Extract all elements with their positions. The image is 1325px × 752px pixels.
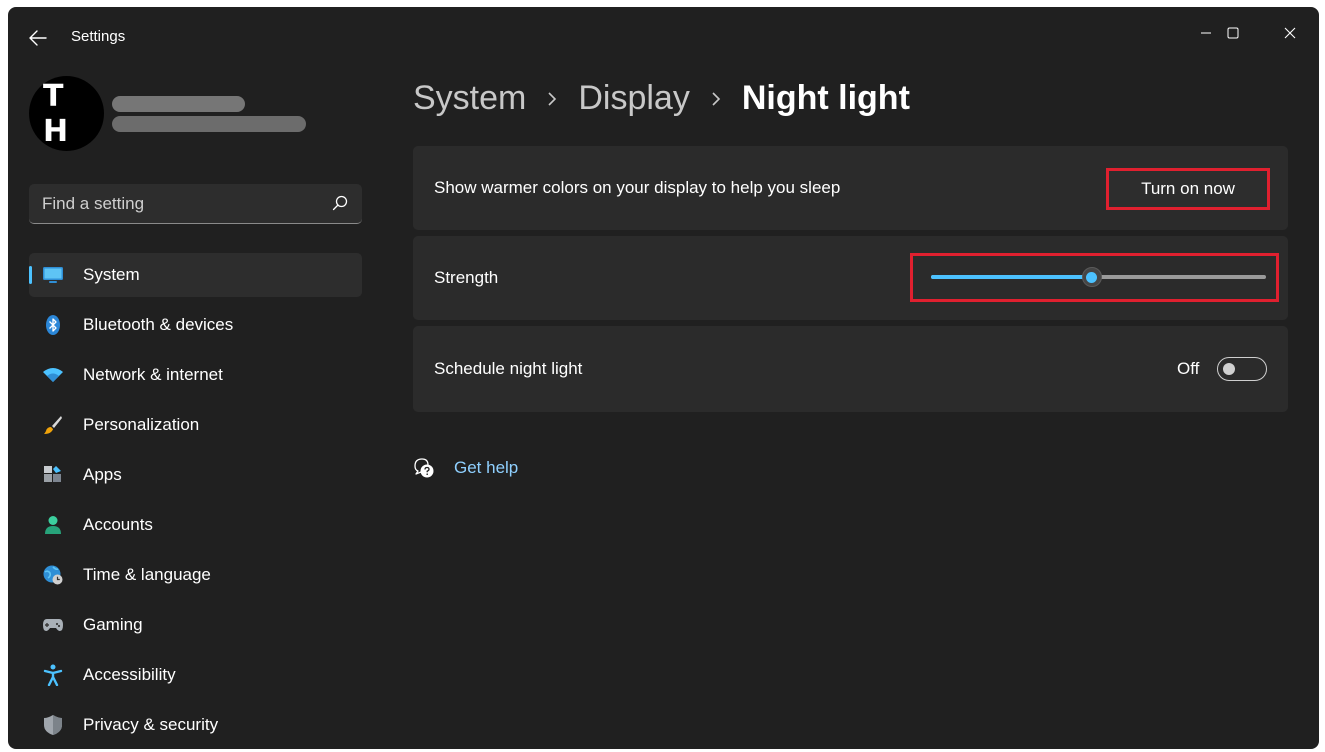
- strength-slider-thumb[interactable]: [1081, 267, 1102, 287]
- sidebar-item-personalization[interactable]: Personalization: [29, 403, 362, 447]
- brush-icon: [42, 414, 64, 436]
- sidebar-item-label: Personalization: [83, 415, 200, 434]
- sidebar-item-label: Accessibility: [83, 665, 176, 684]
- warmer-colors-label: Show warmer colors on your display to he…: [434, 178, 841, 197]
- schedule-card: Schedule night light Off: [413, 326, 1288, 412]
- sidebar-item-label: Accounts: [83, 515, 153, 534]
- sidebar-item-accounts[interactable]: Accounts: [29, 503, 362, 547]
- sidebar-item-label: Privacy & security: [83, 715, 219, 734]
- sidebar-item-bluetooth[interactable]: Bluetooth & devices: [29, 303, 362, 347]
- breadcrumb-system[interactable]: System: [413, 79, 526, 118]
- app-title: Settings: [71, 28, 126, 45]
- strength-highlight-box: [910, 253, 1279, 302]
- help-chat-icon: [414, 458, 434, 478]
- avatar[interactable]: T H: [29, 76, 104, 151]
- account-email-redacted: [112, 116, 306, 132]
- close-button[interactable]: [1267, 15, 1313, 51]
- toggle-knob: [1223, 363, 1235, 375]
- bluetooth-icon: [42, 314, 64, 336]
- sidebar-item-label: Gaming: [83, 615, 143, 634]
- sidebar-item-gaming[interactable]: Gaming: [29, 603, 362, 647]
- chevron-right-icon: [547, 91, 557, 107]
- wifi-icon: [42, 364, 64, 386]
- strength-card: Strength: [413, 236, 1288, 320]
- sidebar-item-network[interactable]: Network & internet: [29, 353, 362, 397]
- close-icon: [1284, 27, 1296, 39]
- chevron-right-icon: [711, 91, 721, 107]
- sidebar-item-accessibility[interactable]: Accessibility: [29, 653, 362, 697]
- arrow-left-icon: [29, 30, 47, 46]
- avatar-initials: T H: [43, 78, 83, 149]
- turn-on-now-button[interactable]: Turn on now: [1106, 168, 1270, 210]
- shield-icon: [42, 714, 64, 736]
- breadcrumb: System Display Night light: [413, 79, 910, 118]
- strength-slider-track[interactable]: [931, 267, 1266, 287]
- page-title: Night light: [741, 79, 910, 117]
- sidebar-item-system[interactable]: System: [29, 253, 362, 297]
- sidebar-item-label: Bluetooth & devices: [83, 315, 234, 334]
- sidebar-item-label: Time & language: [83, 565, 211, 584]
- settings-window: Settings T H System Blueto: [8, 7, 1319, 749]
- monitor-icon: [42, 264, 64, 286]
- maximize-button[interactable]: [1210, 15, 1256, 51]
- get-help-link[interactable]: Get help: [454, 458, 518, 478]
- globe-clock-icon: [42, 564, 64, 586]
- schedule-label: Schedule night light: [434, 359, 583, 378]
- title-bar: Settings: [8, 7, 1319, 67]
- sidebar-item-time-language[interactable]: Time & language: [29, 553, 362, 597]
- sidebar-nav: System Bluetooth & devices Network & int…: [29, 253, 362, 749]
- maximize-icon: [1227, 27, 1239, 39]
- back-button[interactable]: [26, 26, 50, 50]
- strength-label: Strength: [434, 268, 499, 287]
- person-icon: [42, 514, 64, 536]
- schedule-toggle[interactable]: [1217, 357, 1267, 381]
- sidebar-item-privacy-security[interactable]: Privacy & security: [29, 703, 362, 747]
- account-name-redacted: [112, 96, 245, 112]
- sidebar-item-apps[interactable]: Apps: [29, 453, 362, 497]
- sidebar-item-label: Network & internet: [83, 365, 223, 384]
- sidebar-item-label: System: [83, 265, 140, 284]
- apps-icon: [42, 464, 64, 486]
- accessibility-icon: [42, 664, 64, 686]
- sidebar-item-label: Apps: [83, 465, 122, 484]
- search-box[interactable]: [29, 184, 362, 224]
- gamepad-icon: [42, 614, 64, 636]
- search-icon[interactable]: [332, 195, 348, 211]
- strength-slider-fill: [931, 275, 1092, 279]
- search-input[interactable]: [29, 193, 319, 214]
- warmer-colors-card: Show warmer colors on your display to he…: [413, 146, 1288, 230]
- breadcrumb-display[interactable]: Display: [578, 79, 689, 118]
- schedule-toggle-state: Off: [1177, 359, 1200, 378]
